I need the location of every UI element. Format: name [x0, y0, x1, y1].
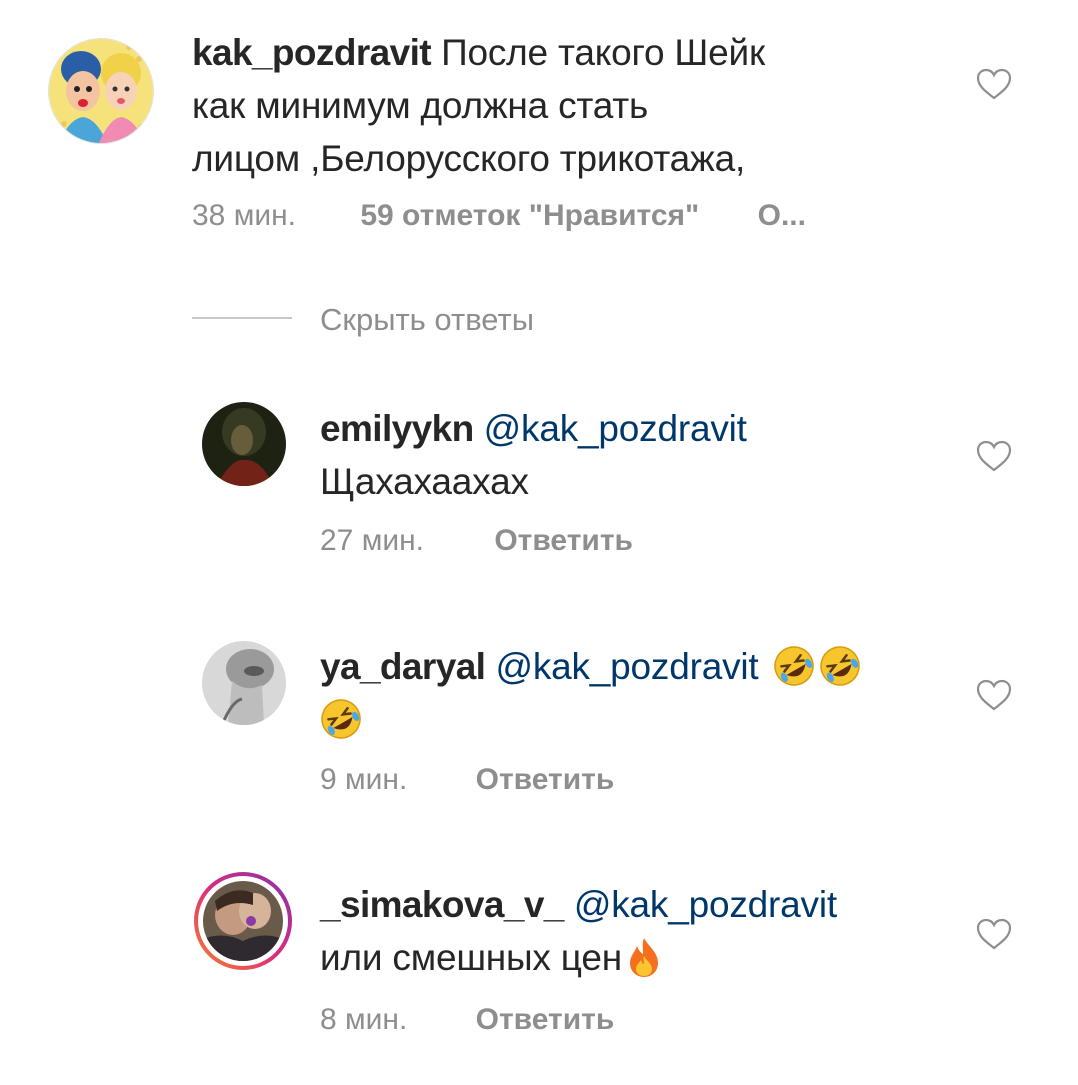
reply-time: 9 мин.	[320, 763, 408, 796]
fire-emoji-icon	[630, 938, 658, 977]
avatar[interactable]	[48, 38, 154, 144]
comment-body-line: лицом ,Белорусского трикотажа,	[192, 138, 746, 179]
reply-time: 8 мин.	[320, 1003, 408, 1036]
reply-mention-link[interactable]: @kak_pozdravit	[484, 408, 747, 449]
reply-username[interactable]: emilyykn	[320, 408, 474, 449]
heart-icon[interactable]	[976, 68, 1012, 100]
replies-divider	[192, 317, 292, 319]
avatar-photo-image	[202, 641, 286, 725]
reply-text: emilyykn @kak_pozdravit Щахахаахах	[320, 402, 960, 508]
reply-button[interactable]: Ответить	[476, 1003, 615, 1036]
comment-reply-button[interactable]: О...	[758, 199, 806, 232]
avatar	[203, 881, 283, 961]
reply-button[interactable]: Ответить	[494, 524, 633, 557]
reply-username[interactable]: ya_daryal	[320, 646, 486, 687]
hide-replies-button[interactable]: Скрыть ответы	[320, 302, 534, 338]
reply-time: 27 мин.	[320, 524, 424, 557]
rolling-on-floor-laughing-emoji-icon	[819, 646, 860, 686]
reply-button[interactable]: Ответить	[476, 763, 615, 796]
reply-text: ya_daryal @kak_pozdravit	[320, 640, 960, 746]
reply-mention-link[interactable]: @kak_pozdravit	[495, 646, 758, 687]
comment-body-line: как минимум должна стать	[192, 85, 649, 126]
comment-time: 38 мин.	[192, 199, 296, 232]
reply-meta: 9 мин. Ответить	[320, 763, 614, 797]
reply-username[interactable]: _simakova_v_	[320, 884, 564, 925]
comment-meta: 38 мин. 59 отметок "Нравится" О...	[192, 199, 806, 233]
reply-body: Щахахаахах	[320, 461, 529, 502]
heart-icon[interactable]	[976, 440, 1012, 472]
heart-icon[interactable]	[976, 679, 1012, 711]
avatar-photo-image	[203, 881, 283, 961]
reply-meta: 27 мин. Ответить	[320, 524, 633, 558]
avatar[interactable]	[202, 641, 286, 725]
comment-likes-link[interactable]: 59 отметок "Нравится"	[360, 199, 699, 232]
reply-meta: 8 мин. Ответить	[320, 1003, 614, 1037]
avatar-story-ring[interactable]	[194, 872, 292, 970]
comment-username[interactable]: kak_pozdravit	[192, 32, 432, 73]
reply-text: _simakova_v_ @kak_pozdravit или смешных …	[320, 878, 960, 984]
avatar-photo-image	[202, 402, 286, 486]
comment-body-line: После такого Шейк	[441, 32, 765, 73]
avatar-pop-art-image	[49, 39, 153, 143]
comment-text: kak_pozdravit После такого Шейк как мини…	[192, 26, 952, 185]
rolling-on-floor-laughing-emoji-icon	[773, 646, 814, 686]
reply-body: или смешных цен	[320, 937, 622, 978]
heart-icon[interactable]	[976, 918, 1012, 950]
avatar[interactable]	[202, 402, 286, 486]
reply-mention-link[interactable]: @kak_pozdravit	[574, 884, 837, 925]
rolling-on-floor-laughing-emoji-icon	[321, 699, 361, 739]
